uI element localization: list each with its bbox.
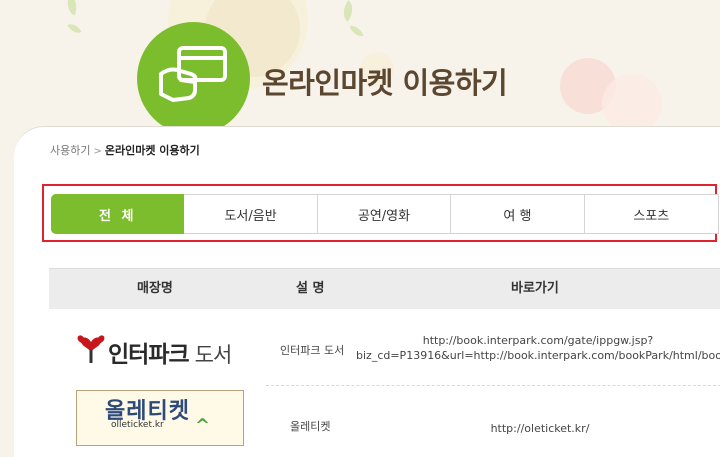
interpark-heart-tree-icon <box>77 335 105 363</box>
store-link[interactable]: http://book.interpark.com/gate/ippgw.jsp… <box>356 333 720 363</box>
store-description: 인터파크 도서 <box>280 344 345 357</box>
bg-circle <box>602 74 662 134</box>
logo-brand-text: 인터파크 <box>108 342 190 368</box>
store-link-line[interactable]: biz_cd=P13916&url=http://book.interpark.… <box>356 348 720 363</box>
card-payment-icon <box>159 46 227 102</box>
olleticket-logo[interactable]: 올레티켓 olleticket.kr ^ <box>76 390 244 446</box>
tab-performance-movie[interactable]: 공연/영화 <box>318 195 452 233</box>
header-icon-circle <box>137 22 250 135</box>
logo-domain-text: olleticket.kr <box>111 420 164 430</box>
breadcrumb: 사용하기 > 온라인마켓 이용하기 <box>50 142 200 158</box>
row-divider <box>266 385 720 386</box>
page-title: 온라인마켓 이용하기 <box>262 66 508 100</box>
column-header-description: 설 명 <box>296 281 325 296</box>
store-link[interactable]: http://oleticket.kr/ <box>440 421 640 436</box>
column-header-store: 매장명 <box>137 281 173 296</box>
category-tab-bar: 전 체 도서/음반 공연/영화 여 행 스포츠 <box>51 194 719 234</box>
leaf-decoration <box>337 0 359 22</box>
tab-all[interactable]: 전 체 <box>51 194 185 234</box>
tab-travel[interactable]: 여 행 <box>451 195 585 233</box>
leaf-decoration <box>67 20 82 37</box>
store-link-line[interactable]: http://oleticket.kr/ <box>440 421 640 436</box>
interpark-book-logo[interactable]: 인터파크 도서 <box>76 328 256 368</box>
breadcrumb-current: 온라인마켓 이용하기 <box>104 144 200 157</box>
table-header: 매장명 설 명 바로가기 <box>49 268 720 309</box>
leaf-decoration <box>349 22 364 40</box>
breadcrumb-parent-link[interactable]: 사용하기 <box>50 144 90 157</box>
breadcrumb-separator: > <box>93 146 102 157</box>
tab-books-music[interactable]: 도서/음반 <box>184 195 318 233</box>
store-link-line[interactable]: http://book.interpark.com/gate/ippgw.jsp… <box>356 333 720 348</box>
tab-sports[interactable]: 스포츠 <box>585 195 718 233</box>
store-description: 올레티켓 <box>290 420 331 433</box>
logo-suffix-text: 도서 <box>194 343 233 367</box>
leaf-decoration <box>63 0 81 16</box>
chevron-up-icon: ^ <box>195 415 211 436</box>
column-header-shortcut: 바로가기 <box>511 281 559 296</box>
